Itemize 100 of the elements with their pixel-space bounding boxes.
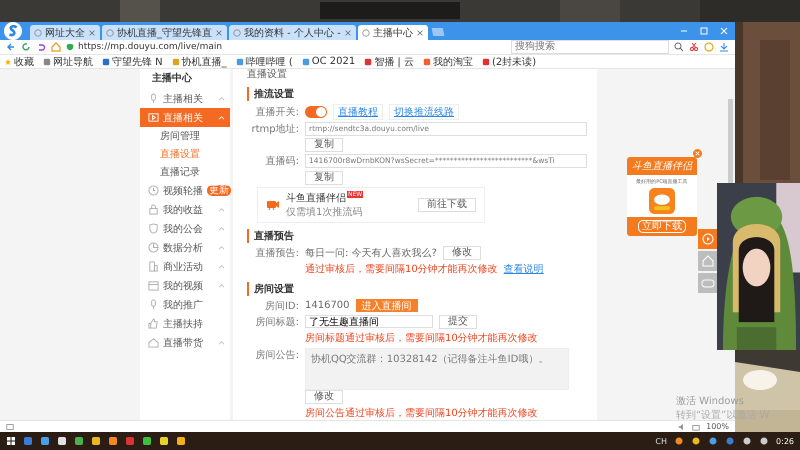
promo-subtitle: 仅需填1次推流码	[286, 206, 364, 220]
bookmark-link[interactable]: 收藏	[4, 54, 34, 68]
sidebar-icon[interactable]	[6, 422, 14, 430]
bookmark-link[interactable]: 协机直播_	[172, 54, 227, 68]
sidebar-item[interactable]: 视频轮播 更新	[140, 181, 230, 200]
warning-text: 通过审核后，需要间隔10分钟才能再次修改	[305, 262, 498, 276]
mic-icon	[148, 93, 159, 104]
promo-title: 斗鱼直播伴侣	[286, 192, 346, 206]
star-icon	[4, 58, 12, 66]
field-label: 直播码:	[264, 154, 299, 168]
sidebar-item[interactable]: 数据分析	[140, 238, 230, 257]
sidebar-item[interactable]: 商业活动	[140, 257, 230, 276]
site-icon	[422, 58, 431, 66]
tray-icon[interactable]	[691, 436, 702, 446]
section-heading: 房间设置	[247, 282, 587, 296]
house-icon	[148, 337, 159, 348]
play-icon[interactable]	[698, 229, 718, 249]
close-icon[interactable]	[344, 28, 352, 36]
lock-icon	[148, 204, 159, 215]
tray-icon[interactable]	[742, 436, 752, 446]
site-icon	[302, 58, 310, 66]
zoom-level[interactable]: 100%	[706, 422, 729, 431]
sidebar-subitem[interactable]: 房间管理	[140, 127, 230, 145]
notice-text: 每日一问: 今天有人喜欢我么?	[305, 246, 437, 260]
sidebar-item[interactable]: 主播扶持	[140, 314, 230, 333]
room-id: 1416700	[305, 300, 350, 311]
tray-icon[interactable]	[674, 436, 684, 446]
close-icon[interactable]	[693, 149, 702, 158]
close-icon[interactable]	[416, 28, 424, 36]
download-icon[interactable]	[719, 42, 729, 52]
browser-tab[interactable]: 网址大全	[30, 25, 100, 40]
input-language[interactable]: CH	[655, 436, 668, 446]
undo-icon[interactable]	[36, 42, 46, 52]
copy-button[interactable]: 复制	[305, 138, 343, 152]
browser-tab[interactable]: 主播中心	[358, 25, 428, 40]
sidebar-item[interactable]: 我的视频	[140, 276, 230, 295]
bookmark-link[interactable]: OC 2021	[302, 56, 356, 67]
close-icon[interactable]	[215, 28, 223, 36]
close-icon[interactable]	[88, 28, 96, 36]
site-icon	[364, 58, 372, 66]
tray-icon[interactable]	[708, 436, 718, 446]
link-button[interactable]: 切换推流线路	[389, 104, 459, 120]
building-icon	[148, 261, 159, 272]
submit-button[interactable]: 提交	[439, 314, 477, 329]
field-label: 房间ID:	[264, 300, 299, 312]
help-link[interactable]: 查看说明	[504, 262, 544, 276]
clock-icon	[148, 185, 159, 196]
sidebar-subitem[interactable]: 直播记录	[140, 163, 230, 181]
sidebar-item[interactable]: 直播带货	[140, 333, 230, 352]
thumbs-up-icon	[148, 318, 159, 329]
sidebar-item[interactable]: 我的收益	[140, 200, 230, 219]
shield-icon	[148, 223, 159, 234]
new-badge: 更新	[207, 185, 231, 196]
ad-title: 斗鱼直播伴侣	[627, 157, 697, 175]
refresh-icon[interactable]	[21, 42, 31, 52]
bookmark-link[interactable]: 哔哩哔哩 (	[236, 54, 293, 68]
field-label: 直播预告:	[254, 246, 299, 260]
edit-button[interactable]: 修改	[305, 390, 343, 404]
maximize-icon[interactable]	[699, 26, 709, 36]
field-label: 直播开关:	[254, 106, 299, 119]
search-field[interactable]: 搜狗搜索	[511, 40, 669, 54]
pie-chart-icon	[148, 242, 159, 253]
windows-icon[interactable]	[6, 436, 16, 446]
site-icon	[236, 58, 244, 66]
search-icon[interactable]	[674, 42, 684, 52]
sidebar-title: 主播中心	[151, 71, 193, 86]
site-icon	[172, 58, 180, 66]
site-icon	[482, 58, 490, 66]
sidebar-item[interactable]: 我的公会	[140, 219, 230, 238]
bookmark-link[interactable]: 网址导航	[43, 54, 93, 68]
scissors-icon[interactable]	[689, 42, 699, 52]
sidebar-item[interactable]: 我的推广	[140, 295, 230, 314]
address-field[interactable]: https://mp.douyu.com/live/main	[66, 41, 506, 53]
field-label: 房间公告:	[254, 348, 299, 362]
page-title: 直播设置	[247, 69, 288, 81]
home-icon[interactable]	[698, 251, 718, 271]
title-field[interactable]: 了无生趣直播间	[305, 315, 433, 328]
bookmark-link[interactable]: 守望先锋 N	[102, 54, 163, 68]
section-heading: 直播预告	[247, 229, 587, 244]
browser-tab[interactable]: 协机直播_守望先锋直	[102, 25, 227, 40]
announcement-field[interactable]: 协机QQ交流群：10328142（记得备注斗鱼ID哦）。	[305, 348, 569, 390]
copy-button[interactable]: 复制	[305, 170, 343, 185]
app-icon	[649, 188, 675, 214]
shield-icon	[66, 43, 74, 51]
bookmark-link[interactable]: (2封未读)	[482, 54, 536, 68]
sidebar-item[interactable]: 主播相关	[140, 89, 230, 108]
bookmark-link[interactable]: 智播 | 云	[364, 54, 414, 68]
live-toggle[interactable]	[305, 106, 327, 118]
link-button[interactable]: 直播教程	[333, 104, 383, 120]
browser-tab[interactable]: 我的资料 - 个人中心 -	[229, 25, 356, 40]
mic-icon	[148, 299, 159, 310]
tray-icon[interactable]	[759, 436, 770, 446]
back-icon[interactable]	[6, 42, 16, 52]
section-heading: 推流设置	[247, 87, 587, 101]
field-label: 房间标题:	[254, 316, 299, 329]
bookmark-link[interactable]: 我的淘宝	[422, 54, 473, 68]
scrollbar-thumb[interactable]	[728, 99, 733, 184]
edit-button[interactable]: 修改	[442, 246, 481, 260]
calendar-icon	[148, 280, 159, 291]
download-button[interactable]: 前往下载	[418, 198, 476, 212]
